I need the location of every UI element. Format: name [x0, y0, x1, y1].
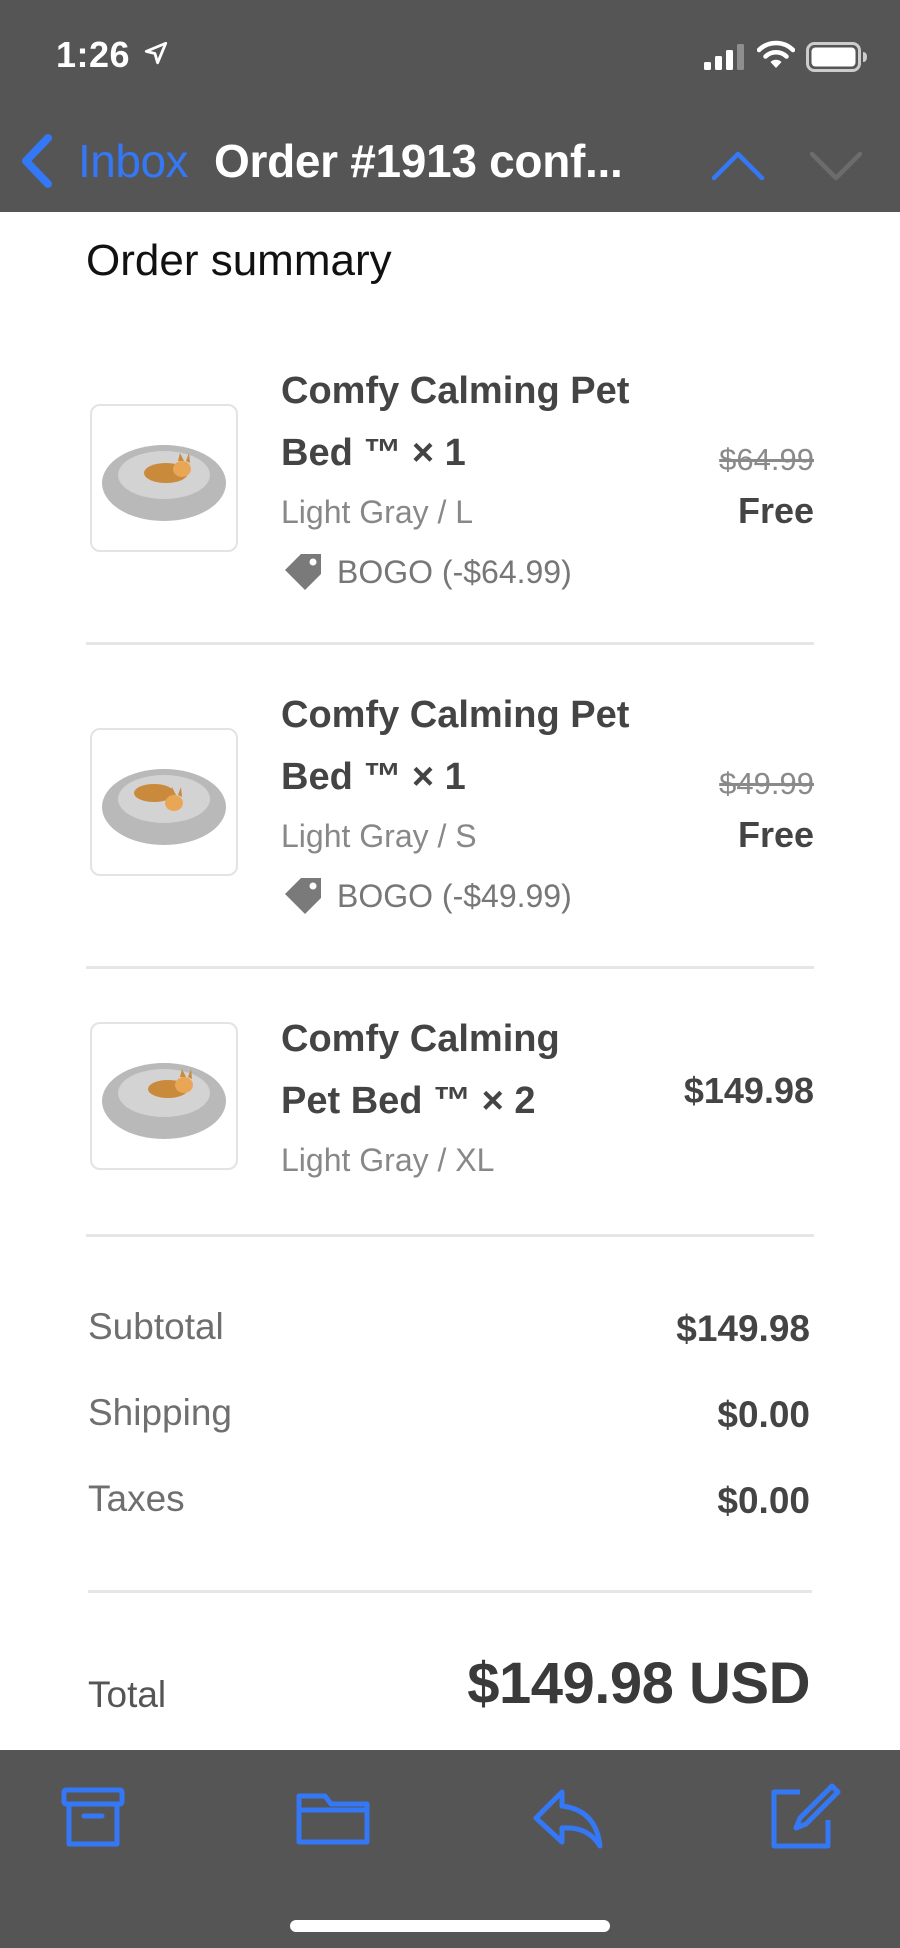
reply-icon[interactable]	[530, 1780, 606, 1856]
archive-icon[interactable]	[58, 1780, 134, 1856]
total-label: Total	[88, 1674, 167, 1715]
bottom-toolbar	[0, 1750, 900, 1948]
item-price: Free	[737, 814, 814, 855]
message-subject-title: Order #1913 conf...	[214, 135, 623, 187]
location-arrow-icon	[144, 41, 168, 65]
next-message-chevron-down-icon[interactable]	[808, 138, 864, 188]
discount-row: BOGO (-$64.99)	[281, 550, 572, 594]
back-label: Inbox	[78, 135, 189, 187]
chevron-left-icon	[22, 134, 52, 188]
item-variant: Light Gray / S	[281, 818, 477, 854]
back-to-inbox-button[interactable]: Inbox	[18, 126, 189, 196]
taxes-value: $0.00	[717, 1480, 810, 1521]
item-price: $149.98	[683, 1070, 814, 1111]
pet-bed-with-dog-image	[102, 445, 226, 521]
divider	[88, 1590, 812, 1593]
navigation-bar: Inbox Order #1913 conf...	[0, 112, 900, 212]
item-name: Comfy Calming Pet Bed ™ × 2	[281, 1018, 560, 1122]
status-time: 1:26	[56, 34, 131, 75]
taxes-label: Taxes	[88, 1478, 185, 1519]
order-item: Comfy Calming Pet Bed ™ × 1 Light Gray /…	[86, 684, 814, 914]
item-variant: Light Gray / XL	[281, 1142, 495, 1178]
status-bar: 1:26	[0, 0, 900, 112]
pet-bed-with-dog-image	[102, 769, 226, 845]
email-body[interactable]: Order summary Comfy Calming Pet Bed ™ × …	[0, 212, 900, 1750]
order-item: Comfy Calming Pet Bed ™ × 1 Light Gray /…	[86, 360, 814, 590]
previous-message-chevron-up-icon[interactable]	[710, 138, 766, 188]
item-name: Comfy Calming Pet Bed ™ × 1	[281, 694, 630, 798]
folder-icon[interactable]	[295, 1780, 371, 1856]
item-name: Comfy Calming Pet Bed ™ × 1	[281, 370, 630, 474]
discount-tag-icon	[285, 554, 321, 590]
discount-row: BOGO (-$49.99)	[281, 874, 572, 918]
discount-tag-icon	[285, 878, 321, 914]
shipping-value: $0.00	[717, 1394, 810, 1435]
discount-label: BOGO (-$64.99)	[337, 553, 572, 590]
compose-icon[interactable]	[766, 1780, 842, 1856]
product-image	[90, 728, 238, 876]
order-summary-heading: Order summary	[86, 236, 392, 285]
total-value: $149.98 USD	[467, 1651, 810, 1716]
product-image	[90, 1022, 238, 1170]
subtotal-label: Subtotal	[88, 1306, 224, 1347]
original-price: $64.99	[719, 442, 814, 477]
shipping-label: Shipping	[88, 1392, 233, 1433]
item-variant: Light Gray / L	[281, 494, 474, 530]
subtotal-value: $149.98	[676, 1308, 810, 1349]
divider	[86, 966, 814, 969]
order-item: Comfy Calming Pet Bed ™ × 2 Light Gray /…	[86, 1008, 814, 1188]
wifi-icon	[757, 40, 795, 68]
item-price: Free	[737, 490, 814, 531]
home-indicator[interactable]	[290, 1920, 610, 1932]
divider	[86, 642, 814, 645]
cellular-signal-icon	[704, 44, 744, 70]
pet-bed-with-dog-image	[102, 1063, 226, 1139]
divider	[86, 1234, 814, 1237]
product-image	[90, 404, 238, 552]
discount-label: BOGO (-$49.99)	[337, 877, 572, 914]
battery-icon	[806, 42, 867, 72]
original-price: $49.99	[719, 766, 814, 801]
